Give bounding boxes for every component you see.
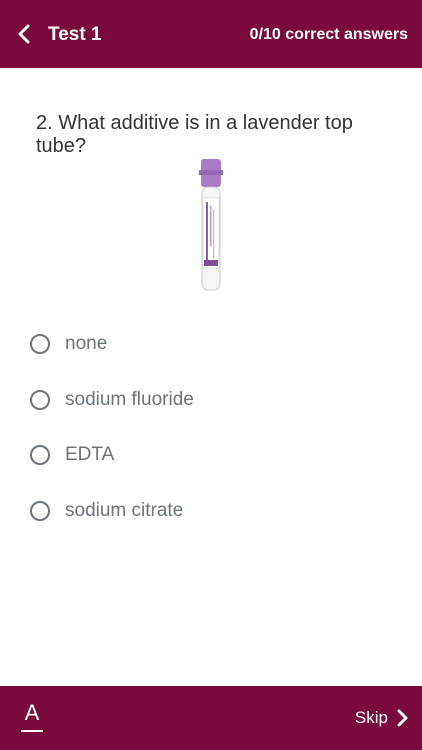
top-bar: Test 1 0/10 correct answers [0, 0, 422, 68]
skip-label: Skip [354, 708, 388, 727]
radio-button[interactable] [30, 501, 50, 521]
chevron-right-icon [397, 709, 408, 727]
radio-button[interactable] [30, 390, 50, 410]
skip-button[interactable]: Skip [355, 708, 408, 728]
option-label: EDTA [65, 444, 115, 465]
font-size-icon: A [24, 700, 40, 725]
radio-button[interactable] [30, 445, 50, 465]
option-label: sodium citrate [65, 500, 184, 521]
back-button[interactable] [12, 22, 36, 46]
score-counter: 0/10 correct answers [249, 26, 408, 43]
option-sodium-citrate[interactable]: sodium citrate [30, 493, 390, 529]
option-edta[interactable]: EDTA [30, 437, 390, 473]
option-label: none [65, 333, 108, 354]
chevron-left-icon [18, 24, 30, 44]
radio-button[interactable] [30, 334, 50, 354]
page-title: Test 1 [48, 24, 102, 45]
option-label: sodium fluoride [65, 389, 194, 410]
font-size-button[interactable]: A [20, 702, 44, 732]
bottom-bar: A Skip [0, 686, 422, 750]
lavender-tube-image [199, 159, 223, 291]
question-text: 2. What additive is in a lavender top tu… [36, 112, 353, 157]
underline [21, 730, 43, 732]
option-sodium-fluoride[interactable]: sodium fluoride [30, 382, 390, 418]
option-none[interactable]: none [30, 326, 390, 362]
